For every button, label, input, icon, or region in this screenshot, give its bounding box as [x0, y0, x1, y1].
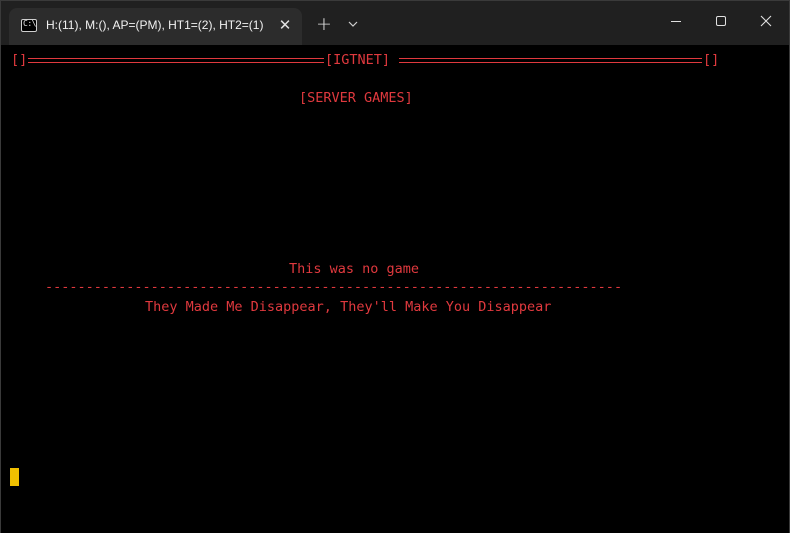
minimize-button[interactable]	[653, 1, 699, 41]
chevron-down-icon[interactable]	[341, 11, 365, 37]
close-window-button[interactable]	[743, 1, 789, 41]
section-title: [SERVER GAMES]	[299, 90, 413, 106]
message-line-2: They Made Me Disappear, They'll Make You…	[145, 299, 552, 315]
header-double-rule-right	[399, 58, 702, 63]
separator-line: ----------------------------------------…	[45, 279, 623, 295]
header-double-rule-left	[28, 58, 324, 63]
close-icon	[760, 15, 772, 27]
title-bar: C:\ H:(11), M:(), AP=(PM), HT1=(2), HT2=…	[1, 1, 789, 45]
tab-active[interactable]: C:\ H:(11), M:(), AP=(PM), HT1=(2), HT2=…	[9, 8, 302, 45]
maximize-icon	[716, 16, 726, 26]
text-cursor	[10, 468, 19, 486]
message-line-1: This was no game	[289, 261, 420, 277]
minimize-icon	[671, 21, 681, 22]
terminal-icon: C:\	[21, 19, 37, 32]
maximize-button[interactable]	[698, 1, 744, 41]
header-left-bracket: []	[11, 52, 28, 68]
tab-title: H:(11), M:(), AP=(PM), HT1=(2), HT2=(1)	[46, 18, 264, 32]
close-tab-icon[interactable]: ✕	[275, 15, 295, 35]
header-title: [IGTNET]	[325, 52, 391, 68]
terminal-window: C:\ H:(11), M:(), AP=(PM), HT1=(2), HT2=…	[0, 0, 790, 533]
header-right-bracket: []	[703, 52, 720, 68]
new-tab-button[interactable]: +	[311, 11, 337, 37]
terminal-output[interactable]: [] [IGTNET] [] [SERVER GAMES] This was n…	[1, 45, 789, 533]
